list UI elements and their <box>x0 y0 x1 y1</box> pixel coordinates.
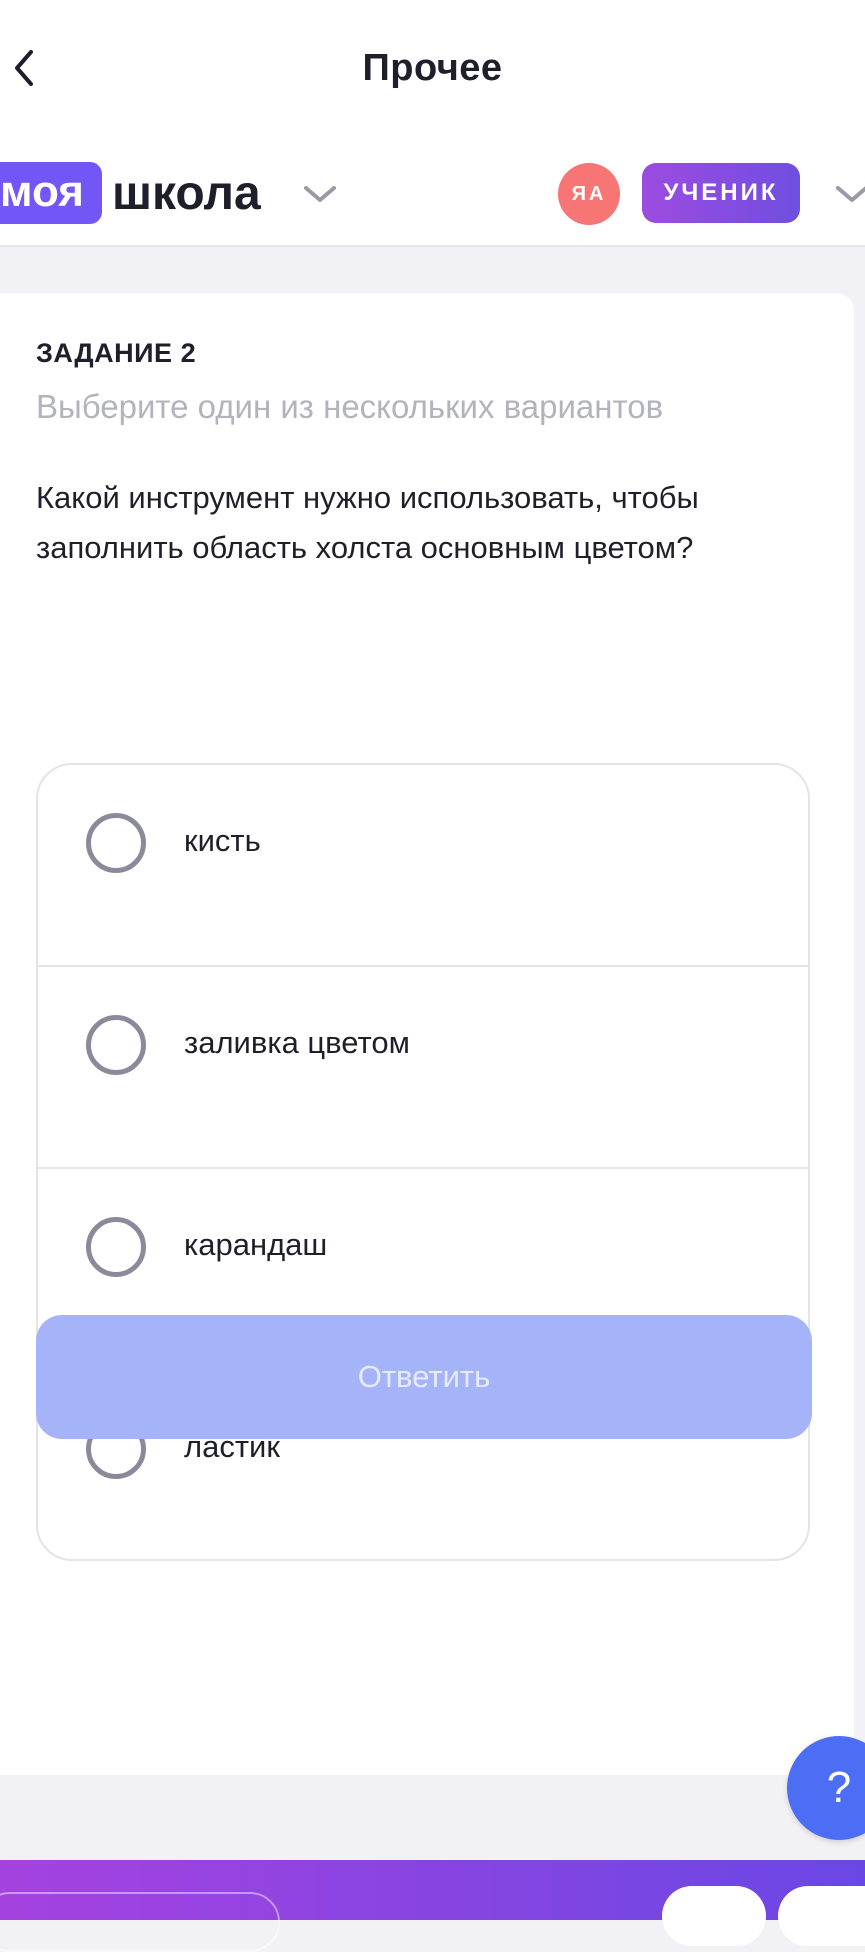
page-title: Прочее <box>362 47 503 89</box>
task-label: ЗАДАНИЕ 2 <box>36 338 197 368</box>
answer-options: кисть заливка цветом карандаш ластик <box>36 763 810 1561</box>
answer-option[interactable]: кисть <box>38 765 808 967</box>
bottom-pill-button[interactable] <box>662 1886 766 1946</box>
task-card: ЗАДАНИЕ 2 Выберите один из нескольких ва… <box>0 293 854 1775</box>
top-app-bar: Прочее <box>0 0 865 140</box>
chevron-down-icon[interactable] <box>832 180 865 208</box>
bottom-outline-button[interactable] <box>0 1892 280 1952</box>
answer-option[interactable]: заливка цветом <box>38 967 808 1169</box>
school-logo[interactable]: моя школа <box>0 162 261 224</box>
task-question: Какой инструмент нужно использовать, что… <box>36 480 699 565</box>
logo-part-shkola: школа <box>111 166 261 220</box>
bottom-bar <box>0 1860 865 1952</box>
submit-answer-button[interactable]: Ответить <box>36 1315 812 1439</box>
radio-button[interactable] <box>86 813 146 873</box>
answer-option-label: карандаш <box>184 1227 328 1262</box>
logo-part-moya: моя <box>0 162 102 224</box>
answer-option-label: заливка цветом <box>184 1025 410 1060</box>
chevron-down-icon[interactable] <box>300 180 340 208</box>
radio-button[interactable] <box>86 1015 146 1075</box>
bottom-pill-button[interactable] <box>778 1886 865 1946</box>
task-hint: Выберите один из нескольких вариантов <box>36 388 664 425</box>
radio-button[interactable] <box>86 1217 146 1277</box>
avatar[interactable]: ЯА <box>558 163 620 225</box>
role-badge[interactable]: УЧЕНИК <box>642 163 800 223</box>
help-icon: ? <box>826 1763 852 1812</box>
answer-option-label: кисть <box>184 823 261 858</box>
